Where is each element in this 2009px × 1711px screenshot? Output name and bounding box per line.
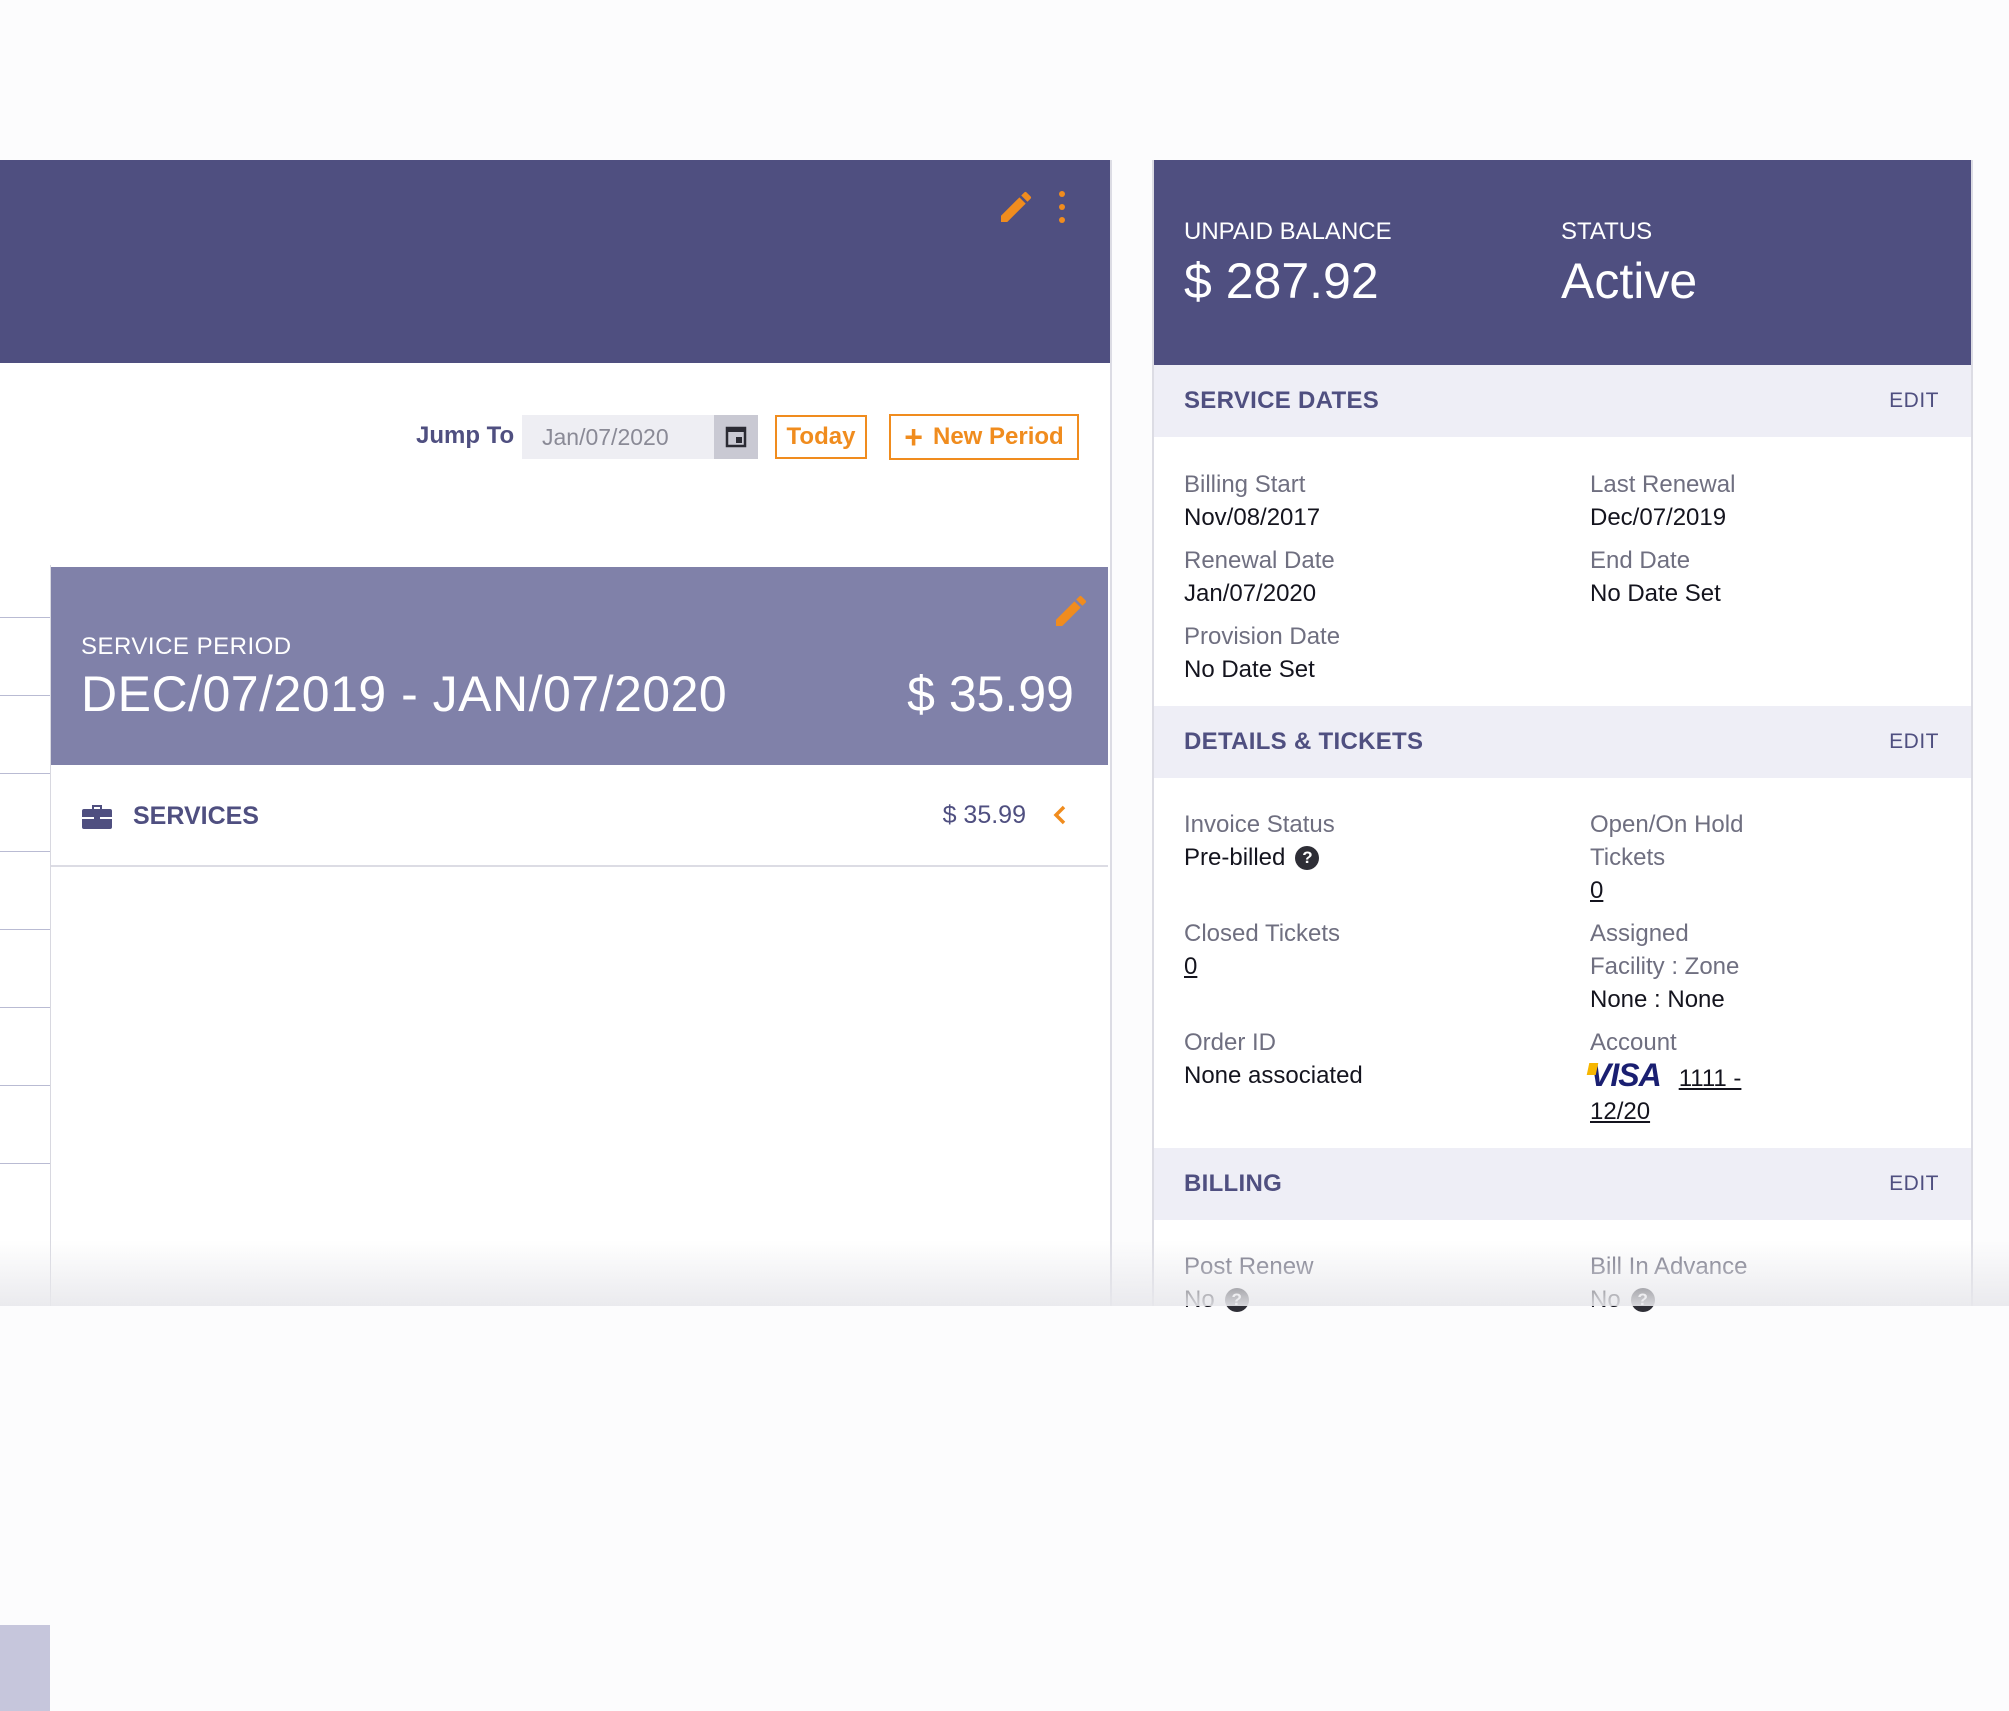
help-icon[interactable]: ? bbox=[1224, 1288, 1249, 1312]
service-period-amount: $ 35.99 bbox=[907, 666, 1074, 722]
briefcase-icon bbox=[82, 805, 112, 829]
closed-tickets-field: Closed Tickets 0 bbox=[1184, 917, 1340, 983]
status-label: STATUS bbox=[1561, 218, 1653, 245]
billing-start-label: Billing Start bbox=[1184, 471, 1306, 498]
divider bbox=[0, 1085, 50, 1086]
provision-date-value: No Date Set bbox=[1184, 656, 1315, 683]
divider bbox=[0, 617, 50, 618]
bill-in-advance-value: No bbox=[1590, 1286, 1621, 1313]
service-panel: Jump To Today + New Period SERVICE PERIO… bbox=[0, 160, 1112, 1711]
service-period-card: SERVICE PERIOD DEC/07/2019 - JAN/07/2020… bbox=[51, 567, 1108, 765]
account-field: Account VISA 1111 - 12/20 bbox=[1590, 1026, 1741, 1128]
assigned-label: Assigned bbox=[1590, 920, 1689, 947]
open-tickets-label-2: Tickets bbox=[1590, 844, 1666, 871]
billing-title: BILLING bbox=[1184, 1170, 1283, 1197]
services-label: SERVICES bbox=[133, 802, 259, 830]
bill-in-advance-label: Bill In Advance bbox=[1590, 1253, 1748, 1280]
provision-date-field: Provision Date No Date Set bbox=[1184, 620, 1340, 686]
order-id-label: Order ID bbox=[1184, 1029, 1277, 1056]
jump-date-picker[interactable] bbox=[522, 415, 758, 459]
assigned-value: None : None bbox=[1590, 986, 1725, 1013]
invoice-status-label: Invoice Status bbox=[1184, 811, 1335, 838]
account-link[interactable]: 1111 - bbox=[1679, 1065, 1742, 1092]
service-period-label: SERVICE PERIOD bbox=[81, 633, 292, 660]
more-vert-icon[interactable] bbox=[1052, 187, 1072, 227]
unpaid-balance-label: UNPAID BALANCE bbox=[1184, 218, 1392, 245]
details-tickets-edit-link[interactable]: EDIT bbox=[1889, 730, 1939, 754]
divider bbox=[0, 1007, 50, 1008]
calendar-icon bbox=[725, 426, 747, 448]
details-tickets-title: DETAILS & TICKETS bbox=[1184, 728, 1424, 755]
summary-header: UNPAID BALANCE $ 287.92 STATUS Active bbox=[1154, 160, 1971, 365]
services-amount: $ 35.99 bbox=[942, 801, 1026, 829]
visa-logo: VISA bbox=[1590, 1057, 1662, 1093]
billing-start-field: Billing Start Nov/08/2017 bbox=[1184, 468, 1320, 534]
last-renewal-label: Last Renewal bbox=[1590, 471, 1736, 498]
service-dates-header: SERVICE DATES EDIT bbox=[1154, 365, 1971, 437]
post-renew-field: Post Renew No? bbox=[1184, 1250, 1313, 1316]
plus-icon: + bbox=[904, 419, 923, 455]
service-header bbox=[0, 160, 1110, 363]
help-icon[interactable]: ? bbox=[1295, 846, 1320, 870]
jump-date-input[interactable] bbox=[522, 415, 712, 459]
status-value: Active bbox=[1561, 253, 1698, 309]
billing-header: BILLING EDIT bbox=[1154, 1148, 1971, 1220]
end-date-label: End Date bbox=[1590, 547, 1691, 574]
new-period-button[interactable]: + New Period bbox=[889, 414, 1079, 460]
calendar-button[interactable] bbox=[714, 415, 758, 459]
open-tickets-label: Open/On Hold bbox=[1590, 811, 1744, 838]
renewal-date-field: Renewal Date Jan/07/2020 bbox=[1184, 544, 1335, 610]
assigned-label-2: Facility : Zone bbox=[1590, 953, 1740, 980]
divider bbox=[0, 1163, 50, 1164]
renewal-date-label: Renewal Date bbox=[1184, 547, 1335, 574]
chevron-left-icon[interactable] bbox=[1050, 803, 1070, 827]
service-period-range: DEC/07/2019 - JAN/07/2020 bbox=[81, 666, 728, 722]
account-expiry-link[interactable]: 12/20 bbox=[1590, 1098, 1650, 1125]
open-tickets-link[interactable]: 0 bbox=[1590, 877, 1603, 904]
billing-edit-link[interactable]: EDIT bbox=[1889, 1172, 1939, 1196]
last-renewal-value: Dec/07/2019 bbox=[1590, 504, 1727, 531]
new-period-label: New Period bbox=[932, 423, 1064, 450]
order-id-value: None associated bbox=[1184, 1062, 1363, 1089]
last-renewal-field: Last Renewal Dec/07/2019 bbox=[1590, 468, 1735, 534]
period-list-stub bbox=[0, 565, 51, 1711]
billing-start-value: Nov/08/2017 bbox=[1184, 504, 1321, 531]
assigned-field: Assigned Facility : Zone None : None bbox=[1590, 917, 1739, 1016]
unpaid-balance-value: $ 287.92 bbox=[1184, 253, 1379, 309]
pencil-icon[interactable] bbox=[1051, 591, 1091, 631]
pencil-icon[interactable] bbox=[996, 187, 1036, 227]
invoice-status-value: Pre-billed bbox=[1184, 844, 1286, 871]
divider bbox=[0, 929, 50, 930]
divider bbox=[0, 851, 50, 852]
post-renew-value: No bbox=[1184, 1286, 1215, 1313]
renewal-date-value: Jan/07/2020 bbox=[1184, 580, 1317, 607]
summary-panel: UNPAID BALANCE $ 287.92 STATUS Active SE… bbox=[1152, 160, 1973, 1313]
service-dates-edit-link[interactable]: EDIT bbox=[1889, 389, 1939, 413]
help-icon[interactable]: ? bbox=[1630, 1288, 1655, 1312]
today-button[interactable]: Today bbox=[775, 415, 867, 459]
account-label: Account bbox=[1590, 1029, 1677, 1056]
services-row[interactable]: SERVICES $ 35.99 bbox=[51, 765, 1108, 867]
details-tickets-header: DETAILS & TICKETS EDIT bbox=[1154, 706, 1971, 778]
period-list-selected[interactable] bbox=[0, 1625, 50, 1711]
provision-date-label: Provision Date bbox=[1184, 623, 1341, 650]
divider bbox=[0, 773, 50, 774]
open-tickets-field: Open/On Hold Tickets 0 bbox=[1590, 808, 1743, 907]
invoice-status-field: Invoice Status Pre-billed? bbox=[1184, 808, 1335, 874]
end-date-value: No Date Set bbox=[1590, 580, 1721, 607]
order-id-field: Order ID None associated bbox=[1184, 1026, 1363, 1092]
jump-to-label: Jump To bbox=[416, 422, 515, 449]
end-date-field: End Date No Date Set bbox=[1590, 544, 1721, 610]
post-renew-label: Post Renew bbox=[1184, 1253, 1314, 1280]
service-dates-title: SERVICE DATES bbox=[1184, 387, 1380, 414]
closed-tickets-label: Closed Tickets bbox=[1184, 920, 1341, 947]
divider bbox=[0, 695, 50, 696]
closed-tickets-link[interactable]: 0 bbox=[1184, 953, 1197, 980]
bill-in-advance-field: Bill In Advance No? bbox=[1590, 1250, 1747, 1316]
